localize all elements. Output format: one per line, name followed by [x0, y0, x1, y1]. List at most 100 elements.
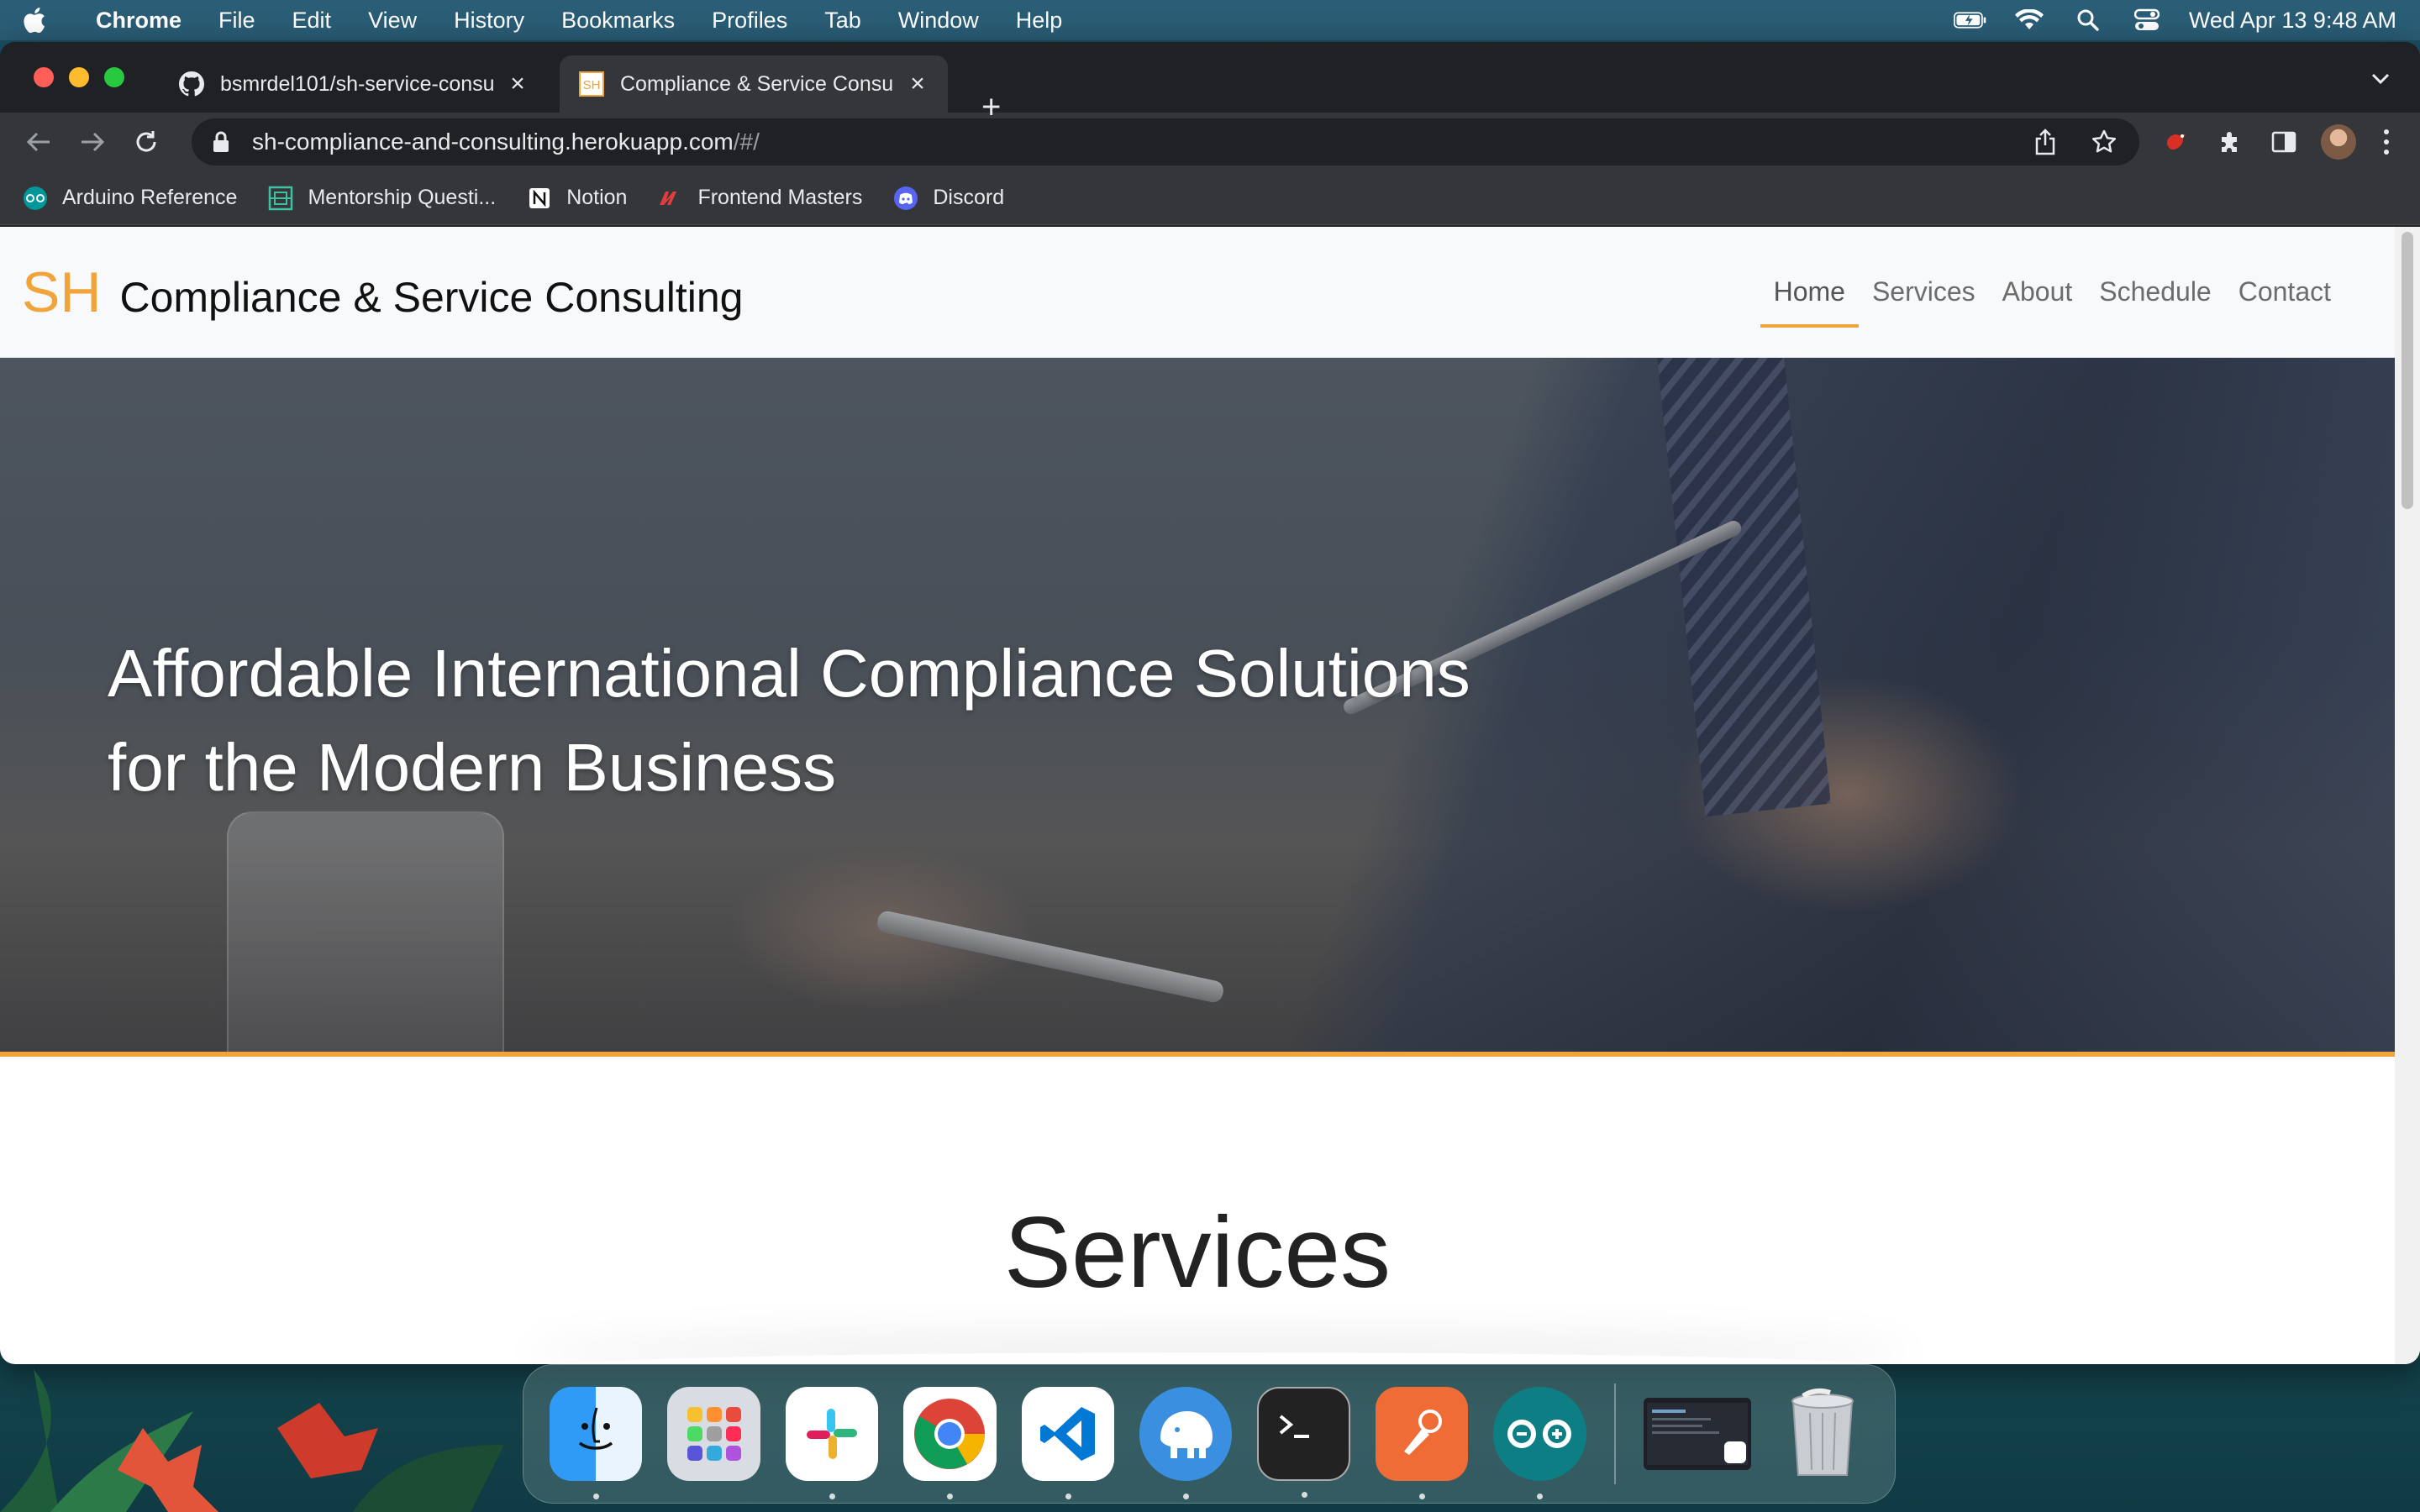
- dock-trash-icon[interactable]: [1776, 1387, 1869, 1481]
- dock-postman-icon[interactable]: [1375, 1387, 1469, 1499]
- battery-icon[interactable]: [1953, 8, 1987, 32]
- menu-help[interactable]: Help: [1016, 8, 1063, 34]
- extension-icon[interactable]: [2160, 125, 2193, 159]
- bookmark-mentorship-questions[interactable]: Mentorship Questi...: [267, 185, 496, 212]
- url-path: /#/: [733, 129, 760, 155]
- menubar-clock[interactable]: Wed Apr 13 9:48 AM: [2189, 8, 2396, 34]
- hero-accent-border: [0, 1052, 2395, 1057]
- menu-history[interactable]: History: [454, 8, 524, 34]
- scrollbar-thumb[interactable]: [2402, 232, 2413, 509]
- bookmark-discord[interactable]: Discord: [892, 185, 1004, 212]
- brand-name: Compliance & Service Consulting: [119, 273, 744, 321]
- bookmark-star-icon[interactable]: [2089, 127, 2119, 157]
- dock-chrome-icon[interactable]: [903, 1387, 997, 1499]
- nav-schedule[interactable]: Schedule: [2099, 227, 2211, 358]
- dock-vscode-icon[interactable]: [1021, 1387, 1114, 1499]
- menu-profiles[interactable]: Profiles: [712, 8, 787, 34]
- tab-github[interactable]: bsmrdel101/sh-service-consult ×: [160, 55, 548, 113]
- menu-file[interactable]: File: [218, 8, 255, 34]
- menu-bar: Chrome File Edit View History Bookmarks …: [0, 0, 2420, 40]
- nav-about[interactable]: About: [2002, 227, 2073, 358]
- arduino-icon: [22, 185, 49, 212]
- nav-home[interactable]: Home: [1760, 227, 1860, 358]
- browser-toolbar: sh-compliance-and-consulting.herokuapp.c…: [0, 113, 2420, 171]
- tab-title: bsmrdel101/sh-service-consult: [220, 71, 494, 96]
- bookmark-label: Mentorship Questi...: [308, 186, 497, 209]
- forward-arrow-icon[interactable]: [76, 125, 109, 159]
- hero-line-2: for the Modern Business: [108, 730, 837, 805]
- bookmark-label: Discord: [933, 186, 1005, 209]
- dock-separator: [1613, 1383, 1616, 1484]
- nav-services[interactable]: Services: [1872, 227, 1975, 358]
- reload-icon[interactable]: [129, 125, 163, 159]
- url-host: sh-compliance-and-consulting.herokuapp.c…: [252, 129, 734, 155]
- more-menu-icon[interactable]: [2378, 125, 2395, 159]
- menu-window[interactable]: Window: [898, 8, 979, 34]
- brand-logo: SH: [22, 260, 102, 324]
- bookmark-label: Notion: [566, 186, 628, 209]
- page-viewport: SH Compliance & Service Consulting Home …: [0, 227, 2420, 1364]
- bookmarks-bar: Arduino Reference Mentorship Questi... N…: [0, 171, 2420, 225]
- dock-tableplus-icon[interactable]: [1139, 1387, 1233, 1499]
- lock-icon[interactable]: [212, 131, 230, 153]
- site-brand[interactable]: SH Compliance & Service Consulting: [22, 260, 744, 325]
- back-arrow-icon[interactable]: [22, 125, 55, 159]
- close-window-button[interactable]: [34, 67, 54, 87]
- discord-icon: [892, 185, 919, 212]
- site-navbar: SH Compliance & Service Consulting Home …: [0, 227, 2395, 358]
- sh-favicon-icon: SH: [578, 71, 605, 97]
- nav-links: Home Services About Schedule Contact: [1747, 227, 2331, 358]
- minimize-window-button[interactable]: [69, 67, 89, 87]
- tab-strip: bsmrdel101/sh-service-consult × SH Compl…: [0, 42, 2420, 126]
- bookmark-frontend-masters[interactable]: Frontend Masters: [657, 185, 862, 212]
- dock-arduino-icon[interactable]: [1493, 1387, 1586, 1499]
- menu-edit[interactable]: Edit: [292, 8, 332, 34]
- bookmark-label: Frontend Masters: [697, 186, 863, 209]
- github-icon: [178, 71, 205, 97]
- side-panel-icon[interactable]: [2267, 125, 2301, 159]
- share-icon[interactable]: [2030, 127, 2060, 157]
- new-tab-icon[interactable]: +: [981, 89, 1001, 127]
- dock-launchpad-icon[interactable]: [667, 1387, 760, 1481]
- puzzle-extensions-icon[interactable]: [2213, 125, 2247, 159]
- dock-slack-icon[interactable]: [785, 1387, 879, 1499]
- services-heading: Services: [1003, 1196, 1392, 1309]
- bookmark-label: Arduino Reference: [62, 186, 238, 209]
- menu-tab[interactable]: Tab: [824, 8, 861, 34]
- apple-icon[interactable]: [24, 6, 49, 34]
- nav-contact[interactable]: Contact: [2238, 227, 2331, 358]
- services-card-shadow: [521, 1352, 1916, 1364]
- window-controls: [34, 67, 124, 87]
- svg-text:SH: SH: [583, 78, 601, 92]
- frontend-masters-icon: [657, 185, 684, 212]
- dock-recent-window-thumbnail[interactable]: [1643, 1398, 1751, 1470]
- hero-banner: Affordable International Compliance Solu…: [0, 358, 2395, 1052]
- grid-icon: [267, 185, 294, 212]
- tab-compliance[interactable]: SH Compliance & Service Consulti ×: [560, 55, 948, 113]
- bookmark-arduino-reference[interactable]: Arduino Reference: [22, 185, 237, 212]
- wifi-icon[interactable]: [2012, 8, 2046, 32]
- zoom-window-button[interactable]: [104, 67, 124, 87]
- menu-view[interactable]: View: [368, 8, 417, 34]
- profile-avatar[interactable]: [2321, 124, 2356, 160]
- dock-finder-icon[interactable]: [550, 1387, 643, 1499]
- page-scrollbar[interactable]: [2395, 227, 2420, 1364]
- dock-terminal-icon[interactable]: [1257, 1387, 1350, 1498]
- browser-window: bsmrdel101/sh-service-consult × SH Compl…: [0, 42, 2420, 1364]
- notion-icon: [526, 185, 553, 212]
- wallpaper-flowers: [0, 1369, 504, 1512]
- url-text[interactable]: sh-compliance-and-consulting.herokuapp.c…: [252, 129, 2002, 155]
- hero-line-1: Affordable International Compliance Solu…: [108, 636, 1470, 711]
- control-center-icon[interactable]: [2130, 8, 2164, 32]
- address-bar[interactable]: sh-compliance-and-consulting.herokuapp.c…: [192, 118, 2139, 165]
- bookmark-notion[interactable]: Notion: [526, 185, 627, 212]
- spotlight-search-icon[interactable]: [2071, 8, 2105, 32]
- chevron-down-icon[interactable]: [2370, 69, 2391, 87]
- tab-title: Compliance & Service Consulti: [620, 71, 894, 96]
- hero-headline: Affordable International Compliance Solu…: [108, 627, 1620, 815]
- app-menu[interactable]: Chrome: [96, 8, 182, 34]
- close-tab-icon[interactable]: ×: [906, 70, 929, 97]
- close-tab-icon[interactable]: ×: [506, 70, 529, 97]
- dock: [523, 1364, 1896, 1504]
- menu-bookmarks[interactable]: Bookmarks: [561, 8, 675, 34]
